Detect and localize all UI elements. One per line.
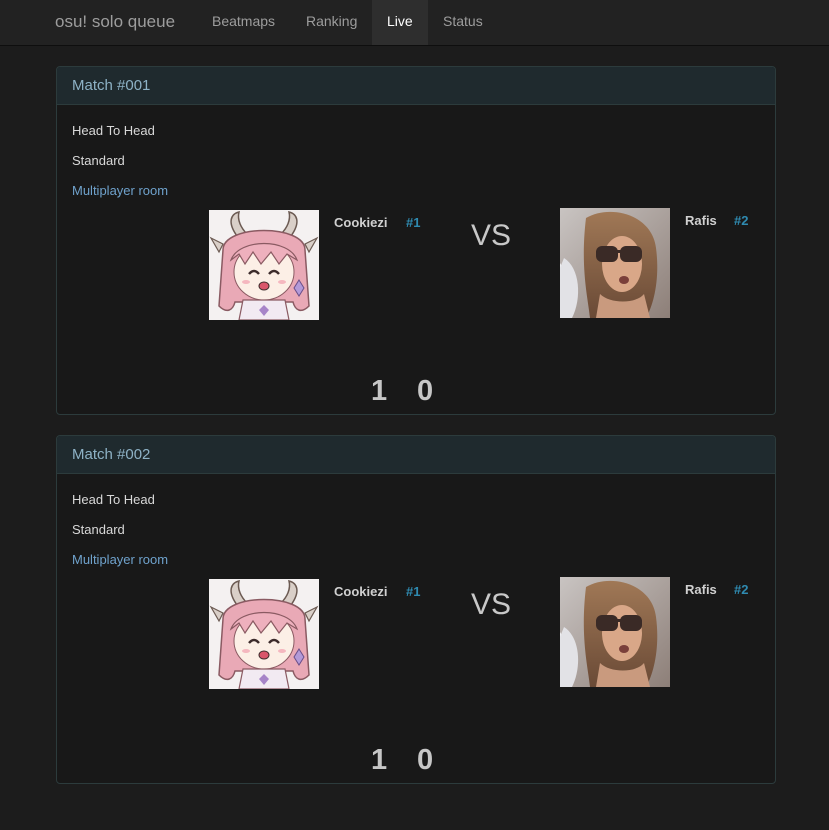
player1-score: 1 (371, 744, 388, 776)
player2-avatar[interactable] (560, 208, 670, 318)
match-title: Match #002 (57, 436, 775, 474)
nav-item-beatmaps[interactable]: Beatmaps (197, 0, 290, 45)
brand-link[interactable]: osu! solo queue (55, 0, 175, 45)
match-panel: Match #002 Head To Head Standard Multipl… (56, 435, 776, 784)
player1-name[interactable]: Cookiezi (334, 215, 387, 230)
player2-score: 0 (417, 744, 434, 776)
nav-item-ranking[interactable]: Ranking (291, 0, 372, 45)
match-panel: Match #001 Head To Head Standard Multipl… (56, 66, 776, 415)
match-title: Match #001 (57, 67, 775, 105)
match-mode: Head To Head (72, 492, 155, 507)
nav-item-live[interactable]: Live (372, 0, 428, 45)
player1-rank: #1 (406, 584, 421, 599)
nav-item-status[interactable]: Status (428, 0, 498, 45)
player2-rank: #2 (734, 582, 749, 597)
match-ruleset: Standard (72, 153, 125, 168)
match-ruleset: Standard (72, 522, 125, 537)
top-navbar: osu! solo queue Beatmaps Ranking Live St… (0, 0, 829, 46)
player2-name[interactable]: Rafis (685, 582, 717, 597)
multiplayer-room-link[interactable]: Multiplayer room (72, 183, 168, 198)
player1-avatar[interactable] (209, 579, 319, 689)
player2-rank: #2 (734, 213, 749, 228)
player2-score: 0 (417, 375, 434, 407)
player1-avatar[interactable] (209, 210, 319, 320)
vs-label: VS (471, 588, 512, 621)
vs-label: VS (471, 219, 512, 252)
player2-name[interactable]: Rafis (685, 213, 717, 228)
player1-rank: #1 (406, 215, 421, 230)
player1-name[interactable]: Cookiezi (334, 584, 387, 599)
multiplayer-room-link[interactable]: Multiplayer room (72, 552, 168, 567)
match-mode: Head To Head (72, 123, 155, 138)
player1-score: 1 (371, 375, 388, 407)
player2-avatar[interactable] (560, 577, 670, 687)
